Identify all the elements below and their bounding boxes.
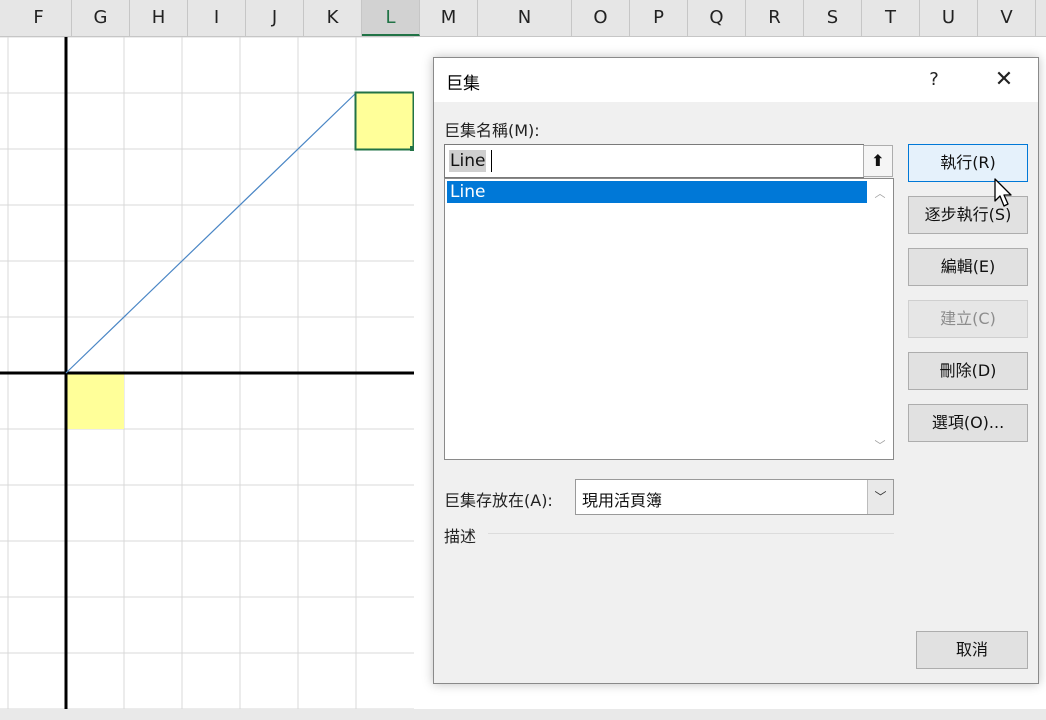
macro-list-item[interactable]: Line (447, 181, 867, 203)
close-icon: ✕ (994, 67, 1014, 92)
column-header-s[interactable]: S (804, 0, 862, 36)
fill-handle (410, 146, 414, 151)
cancel-button[interactable]: 取消 (916, 631, 1028, 669)
column-header-m[interactable]: M (420, 0, 478, 36)
column-header-o[interactable]: O (572, 0, 630, 36)
column-header-j[interactable]: J (246, 0, 304, 36)
highlight-cell-target (356, 93, 414, 149)
create-button[interactable]: 建立(C) (908, 300, 1028, 338)
edit-button[interactable]: 編輯(E) (908, 248, 1028, 286)
location-value: 現用活頁簿 (582, 491, 663, 510)
chevron-down-icon[interactable]: ﹀ (867, 480, 893, 514)
drawn-line-shape (65, 92, 357, 374)
macro-location-select[interactable]: 現用活頁簿 ﹀ (575, 479, 894, 515)
column-header-bar: FGHIJKLMNOPQRSTUV (0, 0, 1046, 37)
list-scrollbar[interactable]: ︿ ﹀ (867, 179, 893, 459)
column-header-h[interactable]: H (130, 0, 188, 36)
location-label: 巨集存放在(A): (444, 491, 553, 510)
column-header-q[interactable]: Q (688, 0, 746, 36)
column-header-v[interactable]: V (978, 0, 1036, 36)
column-header-n[interactable]: N (478, 0, 572, 36)
help-icon: ? (929, 69, 939, 90)
description-label: 描述 (444, 527, 477, 546)
collapse-dialog-button[interactable]: ⬆ (863, 145, 893, 177)
dialog-titlebar[interactable]: 巨集 ? ✕ (434, 58, 1038, 102)
run-button[interactable]: 執行(R) (908, 144, 1028, 182)
macro-name-label: 巨集名稱(M): (444, 121, 540, 140)
column-header-t[interactable]: T (862, 0, 920, 36)
macro-name-input[interactable]: Line (444, 144, 864, 178)
macro-list[interactable]: Line ︿ ﹀ (444, 178, 894, 460)
grid-drawing (0, 37, 414, 709)
macro-name-value: Line (449, 150, 487, 172)
mouse-pointer-icon (994, 178, 1012, 207)
macro-dialog: 巨集 ? ✕ 巨集名稱(M): Line ⬆ Line ︿ ﹀ 巨集存放在(A)… (433, 57, 1039, 684)
column-header-p[interactable]: P (630, 0, 688, 36)
dialog-title: 巨集 (446, 74, 480, 94)
scroll-down-icon[interactable]: ﹀ (867, 437, 893, 453)
column-header-g[interactable]: G (72, 0, 130, 36)
options-button[interactable]: 選項(O)... (908, 404, 1028, 442)
column-header-u[interactable]: U (920, 0, 978, 36)
highlight-cell-origin (66, 373, 124, 429)
cell-grid[interactable] (0, 37, 414, 709)
description-divider (488, 533, 894, 534)
delete-button[interactable]: 刪除(D) (908, 352, 1028, 390)
close-button[interactable]: ✕ (986, 66, 1022, 94)
help-button[interactable]: ? (916, 66, 952, 94)
scroll-up-icon[interactable]: ︿ (867, 185, 893, 201)
column-header-k[interactable]: K (304, 0, 362, 36)
column-header-i[interactable]: I (188, 0, 246, 36)
column-header-r[interactable]: R (746, 0, 804, 36)
collapse-dialog-icon: ⬆ (871, 151, 885, 170)
text-caret (491, 150, 492, 172)
column-header-l[interactable]: L (362, 0, 420, 36)
sheet-bottom-bar (0, 709, 1046, 720)
column-header-f[interactable]: F (6, 0, 72, 36)
